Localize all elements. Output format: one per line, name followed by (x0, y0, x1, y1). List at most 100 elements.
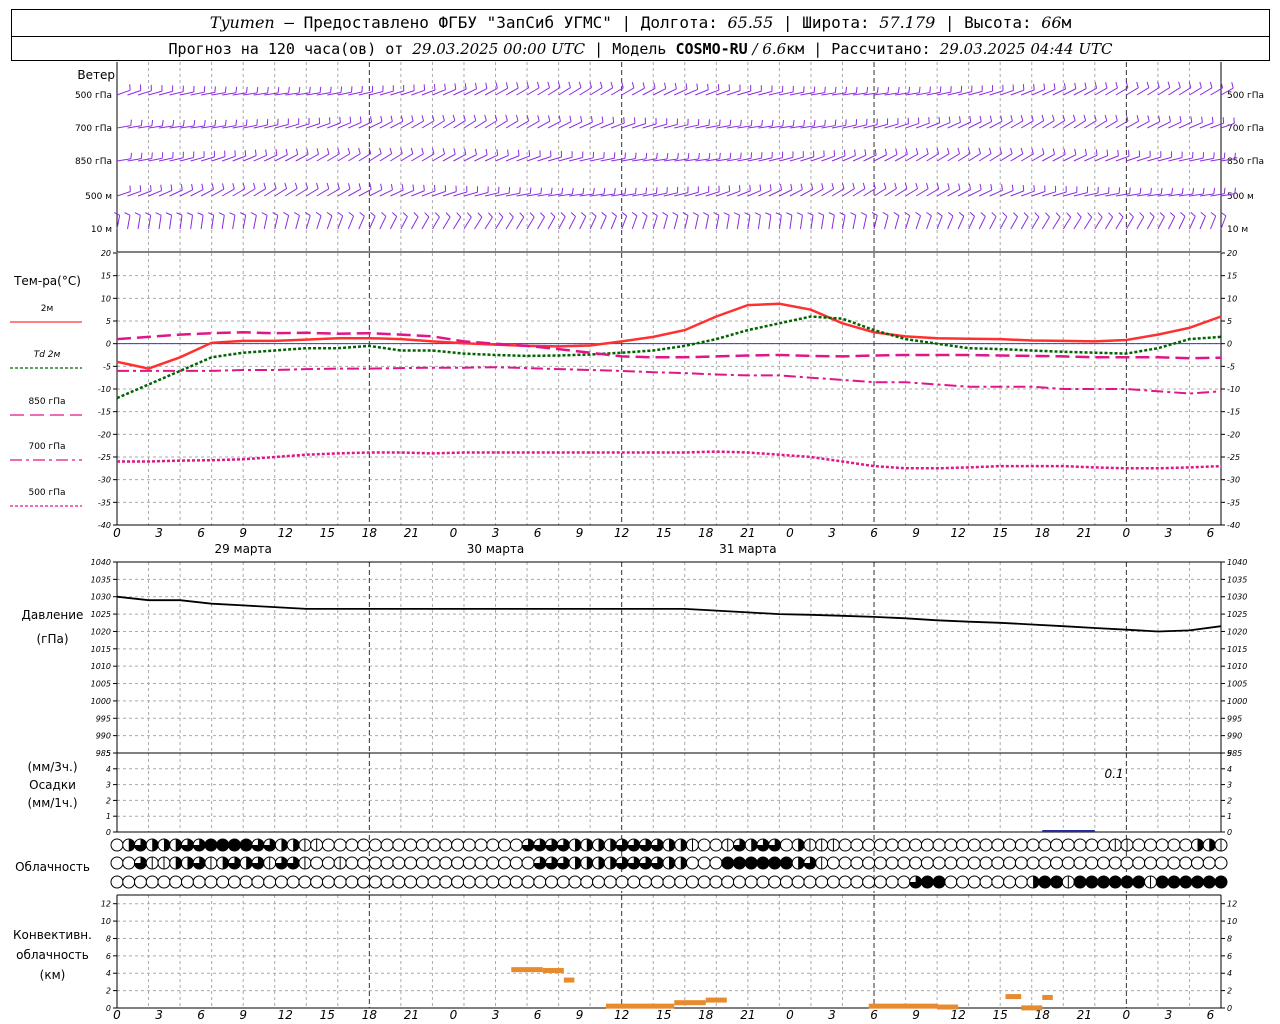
wind-barb-flag (1105, 82, 1108, 89)
cloud-circle (1155, 856, 1169, 870)
cloud-cover-icon (556, 856, 570, 870)
wind-barb (936, 188, 950, 197)
pressure-ytick-label-right: 1040 (1227, 558, 1247, 567)
wind-barb (1178, 121, 1192, 129)
cloud-cover-icon (1097, 875, 1111, 889)
cloud-cover-icon (556, 838, 570, 852)
wind-barb-flag (558, 115, 561, 122)
cloud-circle (110, 875, 124, 889)
wind-barb-flag (211, 183, 214, 190)
wind-barb-flag (389, 147, 393, 154)
cloud-cover-icon (932, 838, 946, 852)
cloud-cover-icon (521, 838, 535, 852)
cloud-circle (321, 856, 335, 870)
wind-barb (589, 87, 603, 96)
cloud-cover-icon (310, 875, 324, 889)
temp-xtick-label: 15 (656, 526, 671, 540)
wind-barb (1073, 120, 1086, 129)
conv-ytick-label-right: 12 (1227, 900, 1237, 909)
cloud-cover-icon (592, 838, 606, 852)
wind-barb-flag (176, 212, 183, 216)
conv-xtick-label: 9 (239, 1008, 247, 1022)
conv-xtick-label: 0 (450, 1008, 458, 1022)
wind-barb (526, 87, 540, 96)
wind-barb-flag (908, 86, 911, 93)
wind-barb (389, 216, 398, 230)
wind-barb-flag (1128, 212, 1134, 218)
cloud-circle (603, 875, 617, 889)
cloud-cover-icon (662, 875, 676, 889)
cloud-cover-icon (791, 856, 805, 870)
cloud-fill (1050, 876, 1063, 888)
wind-barb (495, 154, 509, 162)
wind-barb (432, 120, 445, 129)
cloud-circle (216, 875, 230, 889)
cloud-circle (439, 875, 453, 889)
wind-barb-flag (288, 87, 290, 94)
cloud-fill (680, 857, 687, 869)
cloud-circle (192, 875, 206, 889)
wind-barb (1220, 215, 1227, 230)
temp-xtick-label: 0 (786, 526, 794, 540)
cloud-circle (1014, 856, 1028, 870)
cloud-cover-icon (345, 875, 359, 889)
wind-barb (926, 215, 932, 230)
temp-xtick-label: 21 (404, 526, 419, 540)
wind-barb-flag (203, 119, 206, 127)
cloud-cover-icon (967, 838, 981, 852)
wind-barb-flag (871, 212, 878, 216)
cloud-cover-icon (380, 875, 394, 889)
cloud-cover-icon (768, 838, 782, 852)
wind-barb (442, 120, 456, 129)
cloud-circle (1026, 838, 1040, 852)
wind-barb (820, 215, 825, 230)
wind-barb-flag (1033, 83, 1035, 90)
wind-barb (547, 216, 556, 230)
cloud-cover-icon (779, 856, 793, 870)
temp-ytick-label-right: -35 (1227, 498, 1240, 507)
wind-barb-flag (929, 86, 931, 93)
wind-barb (326, 215, 333, 230)
temp-xtick-label: 6 (534, 526, 542, 540)
cloud-circle (180, 875, 194, 889)
wind-barb-flag (1139, 212, 1145, 218)
wind-barb-flag (1158, 115, 1161, 122)
cloud-circle (392, 856, 406, 870)
wind-barb-flag (283, 212, 289, 216)
temp-ytick-label-left: -20 (98, 430, 111, 439)
cloud-circle (368, 875, 382, 889)
cloud-cover-icon (1120, 838, 1134, 852)
cloud-circle (1120, 856, 1134, 870)
cloud-cover-icon (286, 875, 300, 889)
wind-barb (379, 189, 393, 197)
cloud-cover-icon (1097, 856, 1111, 870)
wind-barb-flag (263, 182, 267, 189)
precip-ytick-label-left: 5 (106, 749, 111, 758)
cloud-cover-icon (274, 838, 288, 852)
wind-barb-flag (155, 212, 162, 216)
cloud-cover-icon (274, 856, 288, 870)
cloud-cover-icon (1073, 838, 1087, 852)
wind-barb (1136, 216, 1145, 230)
cloud-circle (709, 875, 723, 889)
wind-barb (831, 215, 835, 230)
precip-ytick-label-right: 2 (1227, 796, 1232, 805)
wind-barb-flag (1095, 149, 1098, 156)
wind-barb (1210, 215, 1217, 230)
wind-barb (495, 120, 508, 129)
wind-barb-flag (803, 119, 806, 127)
wind-barb-flag (769, 184, 772, 191)
cloud-circle (462, 838, 476, 852)
cloud-circle (333, 875, 347, 889)
wind-barb (1073, 154, 1087, 162)
cloud-circle (404, 838, 418, 852)
cloud-circle (415, 856, 429, 870)
wind-barb-flag (621, 211, 628, 217)
temp-xtick-label: 9 (576, 526, 584, 540)
wind-barb-flag (498, 212, 504, 218)
meteogram: 20 2015 1510 105 50 0-5 -5-10 -10-15 -15-20 -20-2… (10, 62, 1264, 1022)
cloud-cover-icon (157, 856, 171, 870)
wind-barb-flag (495, 82, 498, 89)
wind-barb (410, 216, 419, 230)
cloud-circle (380, 838, 394, 852)
